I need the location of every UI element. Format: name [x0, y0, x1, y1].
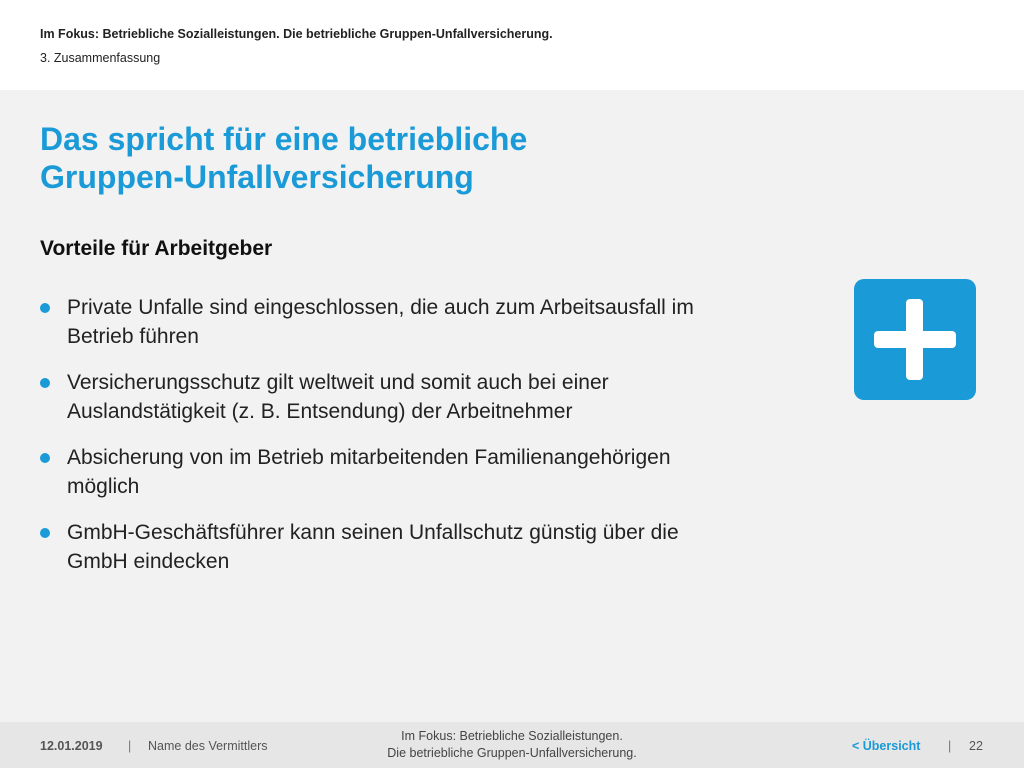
bullet-text-line-1: Absicherung von im Betrieb mitarbeitende… — [67, 446, 671, 469]
overview-link[interactable]: < Übersicht — [852, 739, 920, 753]
bullet-text-line-2: Betrieb führen — [67, 325, 199, 348]
slide-title-line-1: Das spricht für eine betriebliche — [40, 121, 528, 157]
slide-header: Im Fokus: Betriebliche Sozialleistungen.… — [0, 0, 1024, 90]
bullet-text-line-1: GmbH-Geschäftsführer kann seinen Unfalls… — [67, 521, 679, 544]
slide-title-line-2: Gruppen-Unfallversicherung — [40, 159, 474, 195]
footer-date: 12.01.2019 — [40, 739, 103, 753]
slide-footer: 12.01.2019 | Name des Vermittlers Im Fok… — [0, 722, 1024, 768]
slide-title: Das spricht für eine betriebliche Gruppe… — [40, 120, 800, 196]
bullet-list: Private Unfalle sind eingeschlossen, die… — [40, 293, 810, 593]
footer-separator: | — [128, 739, 132, 753]
page-number: 22 — [969, 739, 983, 753]
plus-vertical-bar — [906, 299, 923, 380]
bullet-dot-icon — [40, 378, 50, 388]
bullet-dot-icon — [40, 303, 50, 313]
footer-center-line-1: Im Fokus: Betriebliche Sozialleistungen. — [401, 729, 623, 743]
bullet-text-line-2: Auslandstätigkeit (z. B. Entsendung) der… — [67, 400, 573, 423]
footer-agent-name: Name des Vermittlers — [148, 739, 268, 753]
bullet-text-line-1: Versicherungsschutz gilt weltweit und so… — [67, 371, 609, 394]
plus-icon — [854, 279, 976, 400]
bullet-item: Private Unfalle sind eingeschlossen, die… — [40, 293, 810, 351]
slide-subtitle: Vorteile für Arbeitgeber — [40, 237, 273, 260]
slide-content: Das spricht für eine betriebliche Gruppe… — [0, 90, 1024, 722]
footer-separator: | — [948, 739, 952, 753]
footer-center-line-2: Die betriebliche Gruppen-Unfallversicher… — [387, 746, 637, 760]
bullet-item: GmbH-Geschäftsführer kann seinen Unfalls… — [40, 518, 810, 576]
bullet-item: Versicherungsschutz gilt weltweit und so… — [40, 368, 810, 426]
footer-center-title: Im Fokus: Betriebliche Sozialleistungen.… — [312, 728, 712, 762]
header-section: 3. Zusammenfassung — [40, 51, 161, 65]
bullet-dot-icon — [40, 453, 50, 463]
bullet-text-line-2: möglich — [67, 475, 140, 498]
header-title: Im Fokus: Betriebliche Sozialleistungen.… — [40, 27, 553, 41]
bullet-dot-icon — [40, 528, 50, 538]
bullet-text-line-1: Private Unfalle sind eingeschlossen, die… — [67, 296, 694, 319]
bullet-text-line-2: GmbH eindecken — [67, 550, 230, 573]
bullet-item: Absicherung von im Betrieb mitarbeitende… — [40, 443, 810, 501]
